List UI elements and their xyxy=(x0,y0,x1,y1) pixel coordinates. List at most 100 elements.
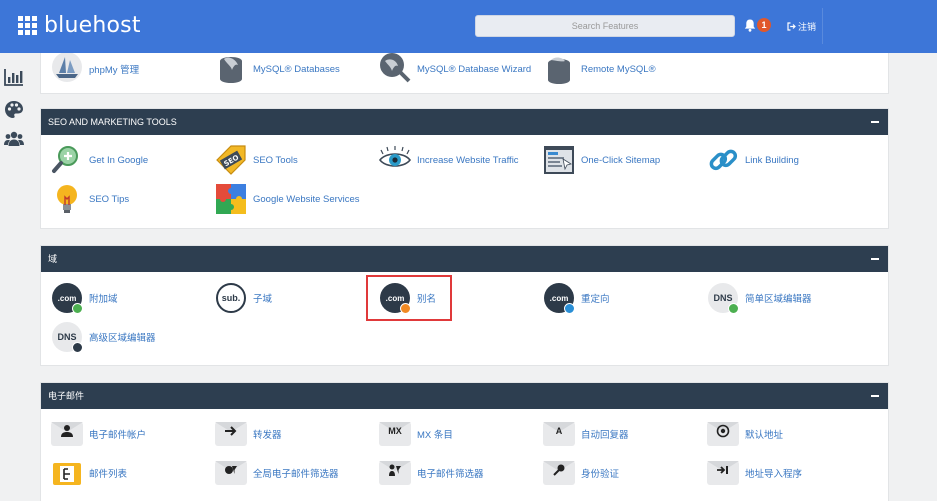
remote-mysql-link[interactable]: Remote MySQL® xyxy=(543,53,656,85)
autoresponders-link[interactable]: A 自动回复器 xyxy=(543,418,629,450)
address-importer-label: 地址导入程序 xyxy=(745,469,803,480)
advanced-zone-editor-label: 高级区域编辑器 xyxy=(89,333,156,344)
domains-panel-header[interactable]: 域 xyxy=(41,246,888,272)
puzzle-icon xyxy=(215,183,247,215)
email-filters-label: 电子邮件筛选器 xyxy=(417,469,484,480)
collapse-icon[interactable] xyxy=(871,121,879,123)
authentication-link[interactable]: 身份验证 xyxy=(543,457,619,489)
mx-entry-link[interactable]: MX MX 条目 xyxy=(379,418,453,450)
lightbulb-icon xyxy=(51,183,83,215)
seo-tools-label: SEO Tools xyxy=(253,154,298,166)
link-building-link[interactable]: Link Building xyxy=(707,144,799,176)
increase-traffic-link[interactable]: Increase Website Traffic xyxy=(378,144,519,176)
envelope-import-icon xyxy=(707,457,739,489)
seo-tips-link[interactable]: SEO Tips xyxy=(51,183,129,215)
envelope-user-icon xyxy=(51,418,83,450)
global-email-filters-link[interactable]: 全局电子邮件筛选器 xyxy=(215,457,339,489)
increase-traffic-label: Increase Website Traffic xyxy=(417,154,519,166)
google-services-label: Google Website Services xyxy=(253,193,360,205)
email-accounts-label: 电子邮件帐户 xyxy=(89,430,147,441)
stats-chart-icon[interactable] xyxy=(4,67,24,87)
mx-entry-label: MX 条目 xyxy=(417,430,453,441)
google-services-link[interactable]: Google Website Services xyxy=(215,183,360,215)
simple-zone-editor-link[interactable]: DNS 简单区域编辑器 xyxy=(707,282,812,314)
header-divider xyxy=(822,8,823,44)
subdomains-label: 子域 xyxy=(253,294,273,305)
sitemap-label: One-Click Sitemap xyxy=(581,154,661,166)
sitemap-link[interactable]: One-Click Sitemap xyxy=(543,144,660,176)
seo-panel-title: SEO AND MARKETING TOOLS xyxy=(48,117,177,127)
email-filters-link[interactable]: 电子邮件筛选器 xyxy=(379,457,484,489)
forwarders-label: 转发器 xyxy=(253,430,282,441)
collapse-icon[interactable] xyxy=(871,258,879,260)
seo-tools-link[interactable]: SEO SEO Tools xyxy=(215,144,298,176)
mailing-lists-label: 邮件列表 xyxy=(89,469,128,480)
envelope-autoresponder-icon: A xyxy=(543,418,575,450)
subdomain-icon: sub. xyxy=(215,282,247,314)
addon-domains-link[interactable]: .com 附加域 xyxy=(51,282,118,314)
highlight-box xyxy=(366,275,452,321)
phpmyadmin-link[interactable]: phpMy 管理 xyxy=(51,52,140,85)
envelope-key-icon xyxy=(543,457,575,489)
envelope-at-icon xyxy=(707,418,739,450)
forwarders-link[interactable]: 转发器 xyxy=(215,418,282,450)
mysql-databases-label: MySQL® Databases xyxy=(253,63,340,75)
top-bar: bluehost Search Features 1 注销 xyxy=(0,0,937,53)
dns-check-icon: DNS xyxy=(707,282,739,314)
brand-name: bluehost xyxy=(44,13,141,38)
remote-mysql-icon xyxy=(543,53,575,85)
chain-link-icon xyxy=(707,144,739,176)
simple-zone-editor-label: 简单区域编辑器 xyxy=(745,294,812,305)
eye-icon xyxy=(378,144,412,176)
get-in-google-label: Get In Google xyxy=(89,154,149,166)
seo-panel-header[interactable]: SEO AND MARKETING TOOLS xyxy=(41,109,888,135)
notifications-button[interactable]: 1 xyxy=(744,17,774,35)
envelope-mx-icon: MX xyxy=(379,418,411,450)
address-importer-link[interactable]: 地址导入程序 xyxy=(707,457,802,489)
envelope-forward-icon xyxy=(215,418,247,450)
seo-marketing-panel: SEO AND MARKETING TOOLS Get In Google SE… xyxy=(40,108,889,229)
email-accounts-link[interactable]: 电子邮件帐户 xyxy=(51,418,146,450)
logout-label: 注销 xyxy=(798,22,817,32)
default-address-link[interactable]: 默认地址 xyxy=(707,418,783,450)
mysql-databases-link[interactable]: MySQL® Databases xyxy=(215,53,340,85)
phpmyadmin-label: phpMy 管理 xyxy=(89,65,140,76)
magnifier-icon xyxy=(51,144,83,176)
grid-logo-icon xyxy=(18,16,37,35)
envelope-filter-icon xyxy=(379,457,411,489)
mailing-list-icon xyxy=(51,457,83,489)
global-email-filters-label: 全局电子邮件筛选器 xyxy=(253,469,339,480)
link-building-label: Link Building xyxy=(745,154,799,166)
mysql-wizard-link[interactable]: MySQL® Database Wizard xyxy=(379,53,531,85)
logout-button[interactable]: 注销 xyxy=(787,20,816,33)
subdomains-link[interactable]: sub. 子域 xyxy=(215,282,272,314)
redirects-label: 重定向 xyxy=(581,294,610,305)
advanced-zone-editor-link[interactable]: DNS 高级区域编辑器 xyxy=(51,321,156,353)
notification-badge: 1 xyxy=(757,18,771,32)
seo-tips-label: SEO Tips xyxy=(89,193,130,205)
phpmyadmin-icon xyxy=(51,52,83,85)
mysql-wizard-icon xyxy=(379,53,411,85)
collapse-icon[interactable] xyxy=(871,395,879,397)
dot-com-add-icon: .com xyxy=(51,282,83,314)
email-panel-title: 电子邮件 xyxy=(48,391,85,401)
get-in-google-link[interactable]: Get In Google xyxy=(51,144,148,176)
mailing-lists-link[interactable]: 邮件列表 xyxy=(51,457,127,489)
redirects-link[interactable]: .com 重定向 xyxy=(543,282,610,314)
dot-com-redirect-icon: .com xyxy=(543,282,575,314)
email-panel-header[interactable]: 电子邮件 xyxy=(41,383,888,409)
logout-icon xyxy=(787,22,796,31)
remote-mysql-label: Remote MySQL® xyxy=(581,63,656,75)
authentication-label: 身份验证 xyxy=(581,469,620,480)
left-sidebar xyxy=(0,53,28,501)
addon-domains-label: 附加域 xyxy=(89,294,118,305)
autoresponders-label: 自动回复器 xyxy=(581,430,629,441)
mysql-wizard-label: MySQL® Database Wizard xyxy=(417,63,532,75)
mysql-databases-icon xyxy=(215,53,247,85)
users-group-icon[interactable] xyxy=(4,129,24,149)
brand-logo[interactable]: bluehost xyxy=(18,13,141,38)
palette-icon[interactable] xyxy=(4,100,24,120)
envelope-global-filter-icon xyxy=(215,457,247,489)
search-features-input[interactable]: Search Features xyxy=(475,15,735,37)
sitemap-icon xyxy=(543,144,575,176)
